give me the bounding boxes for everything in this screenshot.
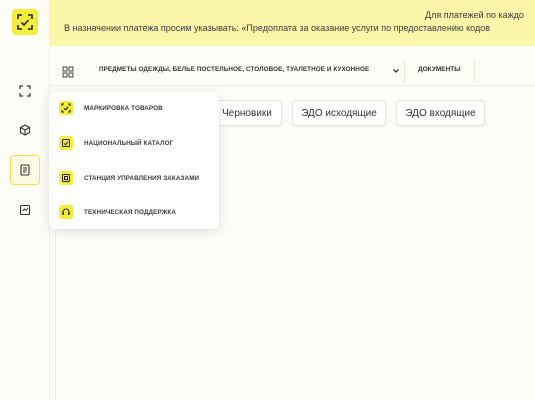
nav-divider bbox=[474, 60, 475, 82]
dropdown-item-label: ТЕХНИЧЕСКАЯ ПОДДЕРЖКА bbox=[84, 208, 176, 216]
order-station-icon bbox=[59, 171, 73, 185]
banner-line-1: Для платежей по каждо bbox=[425, 10, 524, 20]
nav-documents-link[interactable]: ДОКУМЕНТЫ bbox=[418, 66, 461, 73]
grid-icon bbox=[62, 66, 74, 78]
rail-item-reports[interactable] bbox=[10, 195, 40, 225]
top-navigation: ПРЕДМЕТЫ ОДЕЖДЫ, БЕЛЬЕ ПОСТЕЛЬНОЕ, СТОЛО… bbox=[50, 56, 535, 86]
edo-outgoing-button[interactable]: ЭДО исходящие bbox=[292, 100, 386, 126]
dropdown-item-catalog[interactable]: НАЦИОНАЛЬНЫЙ КАТАЛОГ bbox=[59, 132, 214, 154]
support-icon bbox=[59, 205, 73, 219]
rail-item-documents[interactable] bbox=[10, 155, 40, 185]
content-divider bbox=[55, 230, 56, 400]
drafts-button[interactable]: Черновики bbox=[212, 100, 282, 126]
app: Для платежей по каждо В назначении плате… bbox=[0, 0, 535, 400]
banner-line-2: В назначении платежа просим указывать: «… bbox=[64, 23, 491, 33]
catalog-icon bbox=[59, 136, 73, 150]
chevron-down-icon[interactable] bbox=[392, 67, 400, 75]
nav-divider bbox=[404, 60, 405, 82]
dropdown-item-label: СТАНЦИЯ УПРАВЛЕНИЯ ЗАКАЗАМИ bbox=[84, 174, 200, 182]
edo-incoming-button[interactable]: ЭДО входящие bbox=[396, 100, 485, 126]
document-icon bbox=[20, 164, 30, 176]
services-dropdown: МАРКИРОВКА ТОВАРОВ НАЦИОНАЛЬНЫЙ КАТАЛОГ … bbox=[49, 92, 219, 229]
scan-icon bbox=[19, 85, 31, 97]
marking-icon bbox=[59, 101, 73, 115]
apps-grid-button[interactable] bbox=[62, 65, 74, 78]
dropdown-item-label: НАЦИОНАЛЬНЫЙ КАТАЛОГ bbox=[84, 139, 174, 147]
product-group-select[interactable]: ПРЕДМЕТЫ ОДЕЖДЫ, БЕЛЬЕ ПОСТЕЛЬНОЕ, СТОЛО… bbox=[99, 66, 369, 78]
rail-item-box[interactable] bbox=[10, 115, 40, 145]
dropdown-item-label: МАРКИРОВКА ТОВАРОВ bbox=[84, 104, 163, 112]
rail-item-scan[interactable] bbox=[10, 76, 40, 106]
logo-icon bbox=[17, 14, 33, 30]
dropdown-item-marking[interactable]: МАРКИРОВКА ТОВАРОВ bbox=[59, 97, 214, 119]
logo[interactable] bbox=[12, 9, 38, 35]
chart-check-icon bbox=[19, 204, 31, 216]
side-rail bbox=[0, 0, 50, 400]
box-icon bbox=[19, 124, 31, 136]
dropdown-item-support[interactable]: ТЕХНИЧЕСКАЯ ПОДДЕРЖКА bbox=[59, 201, 214, 223]
dropdown-item-order-station[interactable]: СТАНЦИЯ УПРАВЛЕНИЯ ЗАКАЗАМИ bbox=[59, 167, 214, 189]
payment-notice-banner: Для платежей по каждо В назначении плате… bbox=[50, 0, 535, 46]
